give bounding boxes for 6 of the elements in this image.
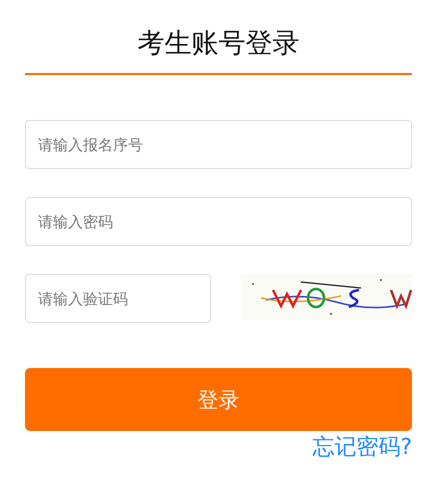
password-field[interactable]: 请输入密码 [25, 197, 412, 246]
login-title: 考生账号登录 [138, 27, 300, 61]
captcha-field[interactable]: 请输入验证码 [25, 274, 211, 323]
input-field[interactable]: 请输入报名序号 [25, 120, 412, 169]
login-button[interactable]: 登录 [25, 368, 412, 431]
forgot-password-link[interactable]: 忘记密码? [312, 431, 412, 465]
